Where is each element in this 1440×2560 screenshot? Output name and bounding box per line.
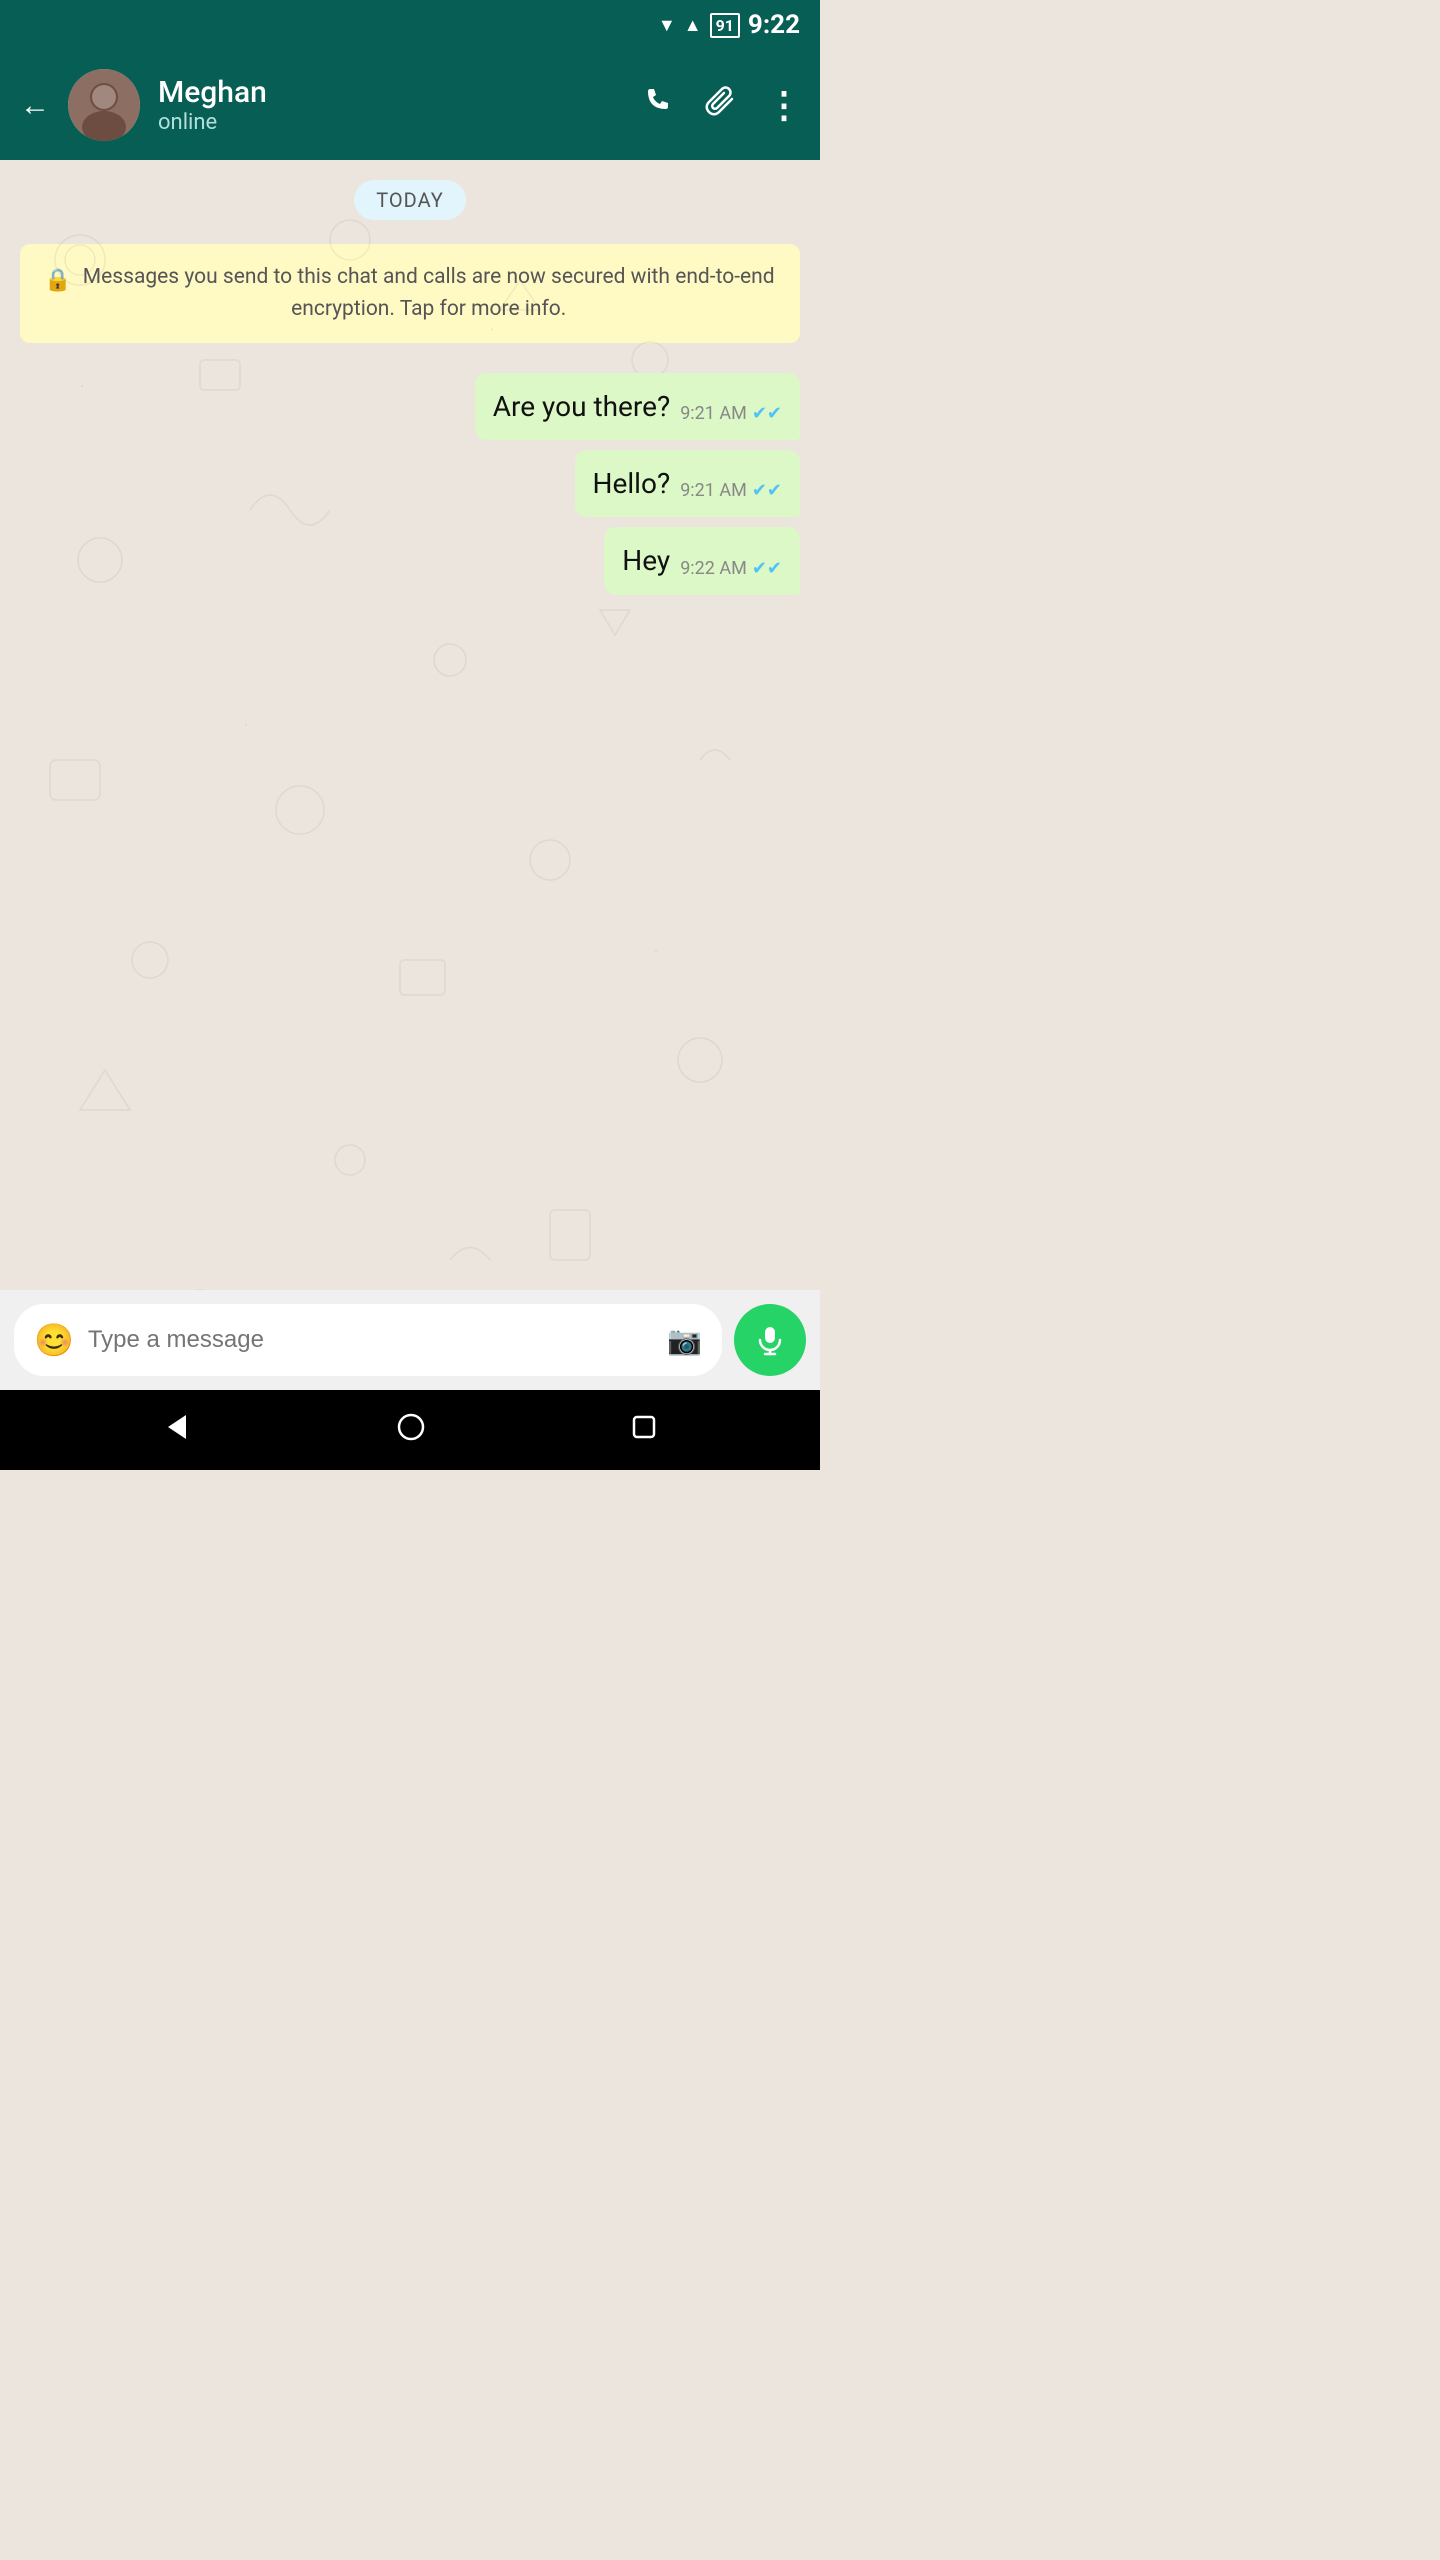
emoji-button[interactable]: 😊 [34, 1321, 74, 1359]
call-button[interactable] [642, 84, 676, 126]
input-area: 😊 📷 [0, 1290, 820, 1390]
message-time: 9:21 AM [680, 403, 747, 424]
message-meta: 9:21 AM ✔✔ [680, 403, 782, 424]
read-receipt-icon: ✔✔ [752, 403, 782, 424]
header-actions: ⋮ [642, 84, 800, 126]
read-receipt-icon: ✔✔ [752, 480, 782, 501]
table-row: Hello? 9:21 AM ✔✔ [20, 450, 800, 517]
mic-button[interactable] [734, 1304, 806, 1376]
status-bar: ▼ ▲ 91 9:22 [0, 0, 820, 50]
lock-icon: 🔒 [44, 264, 71, 297]
encryption-notice[interactable]: 🔒 Messages you send to this chat and cal… [20, 244, 800, 343]
contact-name: Meghan [158, 75, 624, 110]
back-button[interactable]: ← [20, 88, 50, 123]
message-text: Hello? [593, 464, 671, 503]
status-icons: ▼ ▲ 91 9:22 [658, 10, 800, 40]
camera-button[interactable]: 📷 [667, 1324, 702, 1357]
message-meta: 9:22 AM ✔✔ [680, 558, 782, 579]
date-badge: TODAY [20, 180, 800, 220]
read-receipt-icon: ✔✔ [752, 558, 782, 579]
message-bubble[interactable]: Are you there? 9:21 AM ✔✔ [475, 373, 800, 440]
message-input[interactable] [88, 1326, 653, 1354]
message-bubble[interactable]: Hey 9:22 AM ✔✔ [604, 527, 800, 594]
encryption-text: Messages you send to this chat and calls… [81, 262, 776, 325]
nav-home-button[interactable] [396, 1412, 426, 1449]
avatar[interactable] [68, 69, 140, 141]
nav-back-button[interactable] [162, 1412, 192, 1449]
status-time: 9:22 [748, 10, 800, 40]
message-input-box: 😊 📷 [14, 1304, 722, 1376]
nav-recent-button[interactable] [630, 1413, 658, 1448]
chat-header: ← Meghan online ⋮ [0, 50, 820, 160]
message-bubble[interactable]: Hello? 9:21 AM ✔✔ [575, 450, 800, 517]
messages-container: Are you there? 9:21 AM ✔✔ Hello? 9:21 AM… [20, 373, 800, 595]
table-row: Are you there? 9:21 AM ✔✔ [20, 373, 800, 440]
contact-info[interactable]: Meghan online [158, 75, 624, 135]
message-meta: 9:21 AM ✔✔ [680, 480, 782, 501]
nav-bar [0, 1390, 820, 1470]
message-time: 9:21 AM [680, 480, 747, 501]
message-text: Are you there? [493, 387, 670, 426]
attach-button[interactable] [704, 84, 738, 126]
table-row: Hey 9:22 AM ✔✔ [20, 527, 800, 594]
signal-icon: ▲ [684, 15, 702, 36]
chat-area: TODAY 🔒 Messages you send to this chat a… [0, 160, 820, 1290]
battery-icon: 91 [710, 13, 740, 38]
contact-status: online [158, 110, 624, 135]
wifi-icon: ▼ [658, 15, 676, 36]
date-text: TODAY [354, 180, 465, 220]
menu-button[interactable]: ⋮ [766, 84, 800, 126]
message-text: Hey [622, 541, 670, 580]
message-time: 9:22 AM [680, 558, 747, 579]
